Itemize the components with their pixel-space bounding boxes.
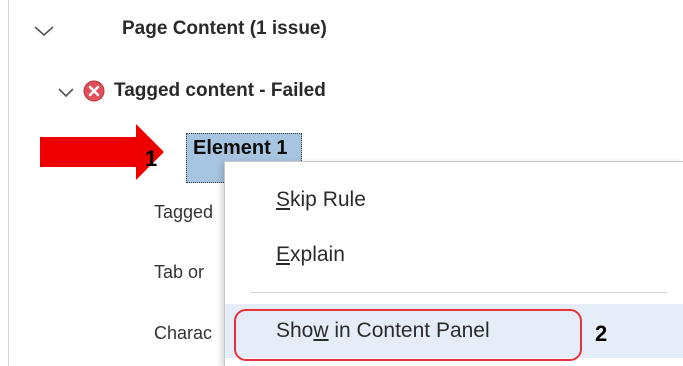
tree-row-tagged-content[interactable]: Tagged content - Failed	[56, 79, 326, 103]
failed-status-icon	[82, 79, 106, 103]
menu-item-skip-rule[interactable]: Skip Rule	[225, 173, 683, 227]
menu-item-explain[interactable]: Explain	[225, 228, 683, 282]
tree-row-child[interactable]: Tagged	[154, 202, 213, 223]
rule-label: Tagged content - Failed	[114, 80, 326, 101]
menu-item-label: Explain	[276, 243, 345, 266]
section-label: Page Content (1 issue)	[122, 18, 327, 39]
chevron-down-icon[interactable]	[32, 20, 56, 38]
child-label: Tab or	[154, 262, 205, 282]
tree-left-border	[8, 0, 9, 366]
tree-row-child[interactable]: Charac	[154, 323, 212, 344]
annotation-callout-box	[234, 309, 582, 361]
child-label: Charac	[154, 323, 213, 343]
chevron-down-icon[interactable]	[56, 82, 76, 100]
element-label: Element 1	[193, 137, 288, 159]
annotation-step-1: 1	[145, 146, 158, 171]
child-label: Tagged	[154, 202, 214, 222]
tree-row-child[interactable]: Tab or	[154, 262, 204, 283]
tree-row-page-content[interactable]: Page Content (1 issue)	[32, 18, 327, 40]
menu-divider	[250, 292, 667, 293]
menu-item-label: Skip Rule	[276, 188, 366, 211]
annotation-step-2: 2	[595, 321, 608, 346]
